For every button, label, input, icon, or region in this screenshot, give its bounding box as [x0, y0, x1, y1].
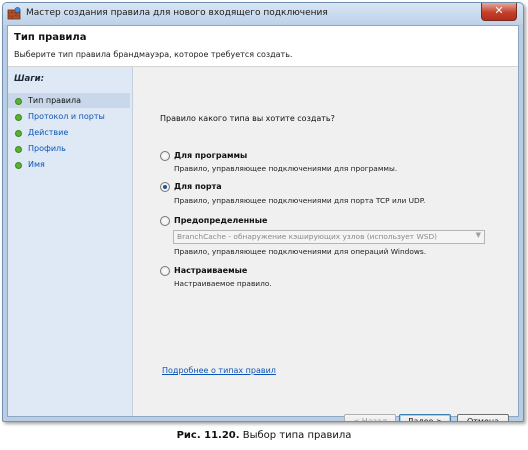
sidebar-item-label: Тип правила [28, 96, 81, 105]
sidebar-item-label: Действие [28, 128, 69, 137]
window-title: Мастер создания правила для нового входя… [26, 8, 328, 18]
step-status-icon [15, 146, 22, 153]
predefined-rule-select[interactable]: BranchCache - обнаружение кэширующих узл… [173, 230, 485, 244]
option-description-port: Правило, управляющее подключениями для п… [174, 196, 426, 205]
radio-custom[interactable] [160, 266, 170, 276]
predefined-rule-select-value: BranchCache - обнаружение кэширующих узл… [177, 232, 438, 241]
caption-label: Рис. 11.20. [176, 430, 240, 441]
radio-predefined[interactable] [160, 216, 170, 226]
sidebar-item-rule-type[interactable]: Тип правила [8, 93, 130, 108]
next-button[interactable]: Далее > [399, 414, 451, 421]
step-status-icon [15, 162, 22, 169]
wizard-content: Правило какого типа вы хотите создать? Д… [133, 67, 518, 421]
option-description-custom: Настраиваемое правило. [174, 279, 272, 288]
title-bar[interactable]: Мастер создания правила для нового входя… [3, 3, 523, 25]
figure-caption: Рис. 11.20. Выбор типа правила [0, 430, 528, 441]
radio-program[interactable] [160, 151, 170, 161]
option-description-predefined: Правило, управляющее подключениями для о… [174, 247, 427, 256]
sidebar-item-label: Протокол и порты [28, 112, 105, 121]
firewall-icon [7, 7, 21, 20]
question-text: Правило какого типа вы хотите создать? [160, 114, 335, 123]
step-status-icon [15, 130, 22, 137]
option-title-program[interactable]: Для программы [174, 151, 247, 160]
sidebar-item-label: Имя [28, 160, 45, 169]
close-icon: ✕ [494, 4, 504, 17]
wizard-header: Тип правила Выберите тип правила брандма… [8, 26, 518, 67]
client-area: Тип правила Выберите тип правила брандма… [7, 25, 519, 421]
steps-sidebar: Шаги: Тип правила Протокол и порты Дейст… [8, 67, 133, 416]
sidebar-item-label: Профиль [28, 144, 66, 153]
chevron-down-icon: ▼ [475, 231, 481, 239]
option-description-program: Правило, управляющее подключениями для п… [174, 164, 398, 173]
sidebar-item-profile[interactable]: Профиль [8, 141, 130, 156]
learn-more-link[interactable]: Подробнее о типах правил [162, 366, 276, 375]
step-status-icon [15, 98, 22, 105]
sidebar-item-name[interactable]: Имя [8, 157, 130, 172]
option-title-predefined[interactable]: Предопределенные [174, 216, 267, 225]
steps-heading: Шаги: [14, 74, 45, 84]
sidebar-item-protocol-ports[interactable]: Протокол и порты [8, 109, 130, 124]
sidebar-item-action[interactable]: Действие [8, 125, 130, 140]
page-title: Тип правила [14, 32, 87, 43]
radio-port[interactable] [160, 182, 170, 192]
page-subtitle: Выберите тип правила брандмауэра, которо… [14, 50, 293, 59]
close-button[interactable]: ✕ [481, 3, 517, 21]
wizard-window: Мастер создания правила для нового входя… [2, 2, 524, 422]
step-status-icon [15, 114, 22, 121]
option-title-port[interactable]: Для порта [174, 182, 222, 191]
option-title-custom[interactable]: Настраиваемые [174, 266, 247, 275]
back-button[interactable]: < Назад [344, 414, 396, 421]
caption-text: Выбор типа правила [242, 430, 352, 441]
cancel-button[interactable]: Отмена [457, 414, 509, 421]
